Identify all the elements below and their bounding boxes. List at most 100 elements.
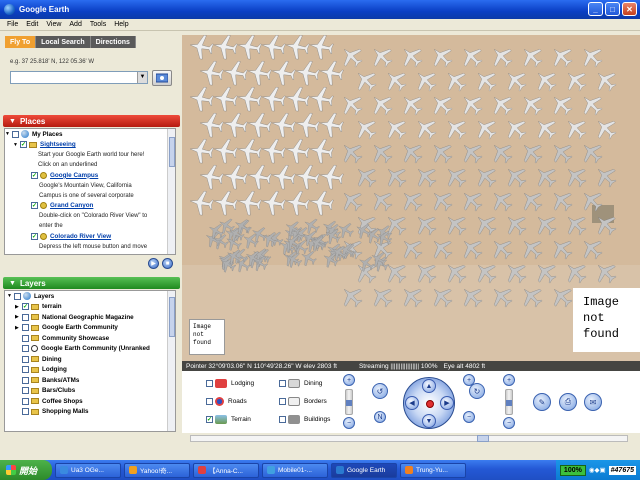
checkbox[interactable] bbox=[20, 141, 27, 149]
layer-toggle-buildings[interactable]: Buildings bbox=[279, 415, 330, 424]
expand-icon[interactable]: ▶ bbox=[15, 325, 22, 331]
stop-tour-button[interactable]: ■ bbox=[162, 258, 173, 269]
maximize-button[interactable]: □ bbox=[605, 2, 620, 16]
tree-label[interactable]: Grand Canyon bbox=[50, 202, 93, 209]
center-icon[interactable] bbox=[426, 400, 434, 408]
checkbox[interactable] bbox=[279, 380, 286, 387]
aircraft-boneyard-imagery[interactable] bbox=[182, 35, 640, 361]
layer-item[interactable]: Dining bbox=[5, 354, 175, 365]
layer-toggle-lodging[interactable]: Lodging bbox=[206, 379, 254, 388]
start-button[interactable]: 開始 bbox=[0, 460, 52, 480]
layer-item[interactable]: Lodging bbox=[5, 365, 175, 376]
checkbox[interactable] bbox=[22, 334, 29, 342]
taskbar-item[interactable]: Ua3 OGe... bbox=[55, 462, 121, 478]
checkbox[interactable] bbox=[22, 345, 29, 353]
menu-add[interactable]: Add bbox=[69, 21, 81, 28]
places-scrollbar[interactable] bbox=[167, 129, 175, 254]
layer-item[interactable]: ▶ terrain bbox=[5, 302, 175, 313]
checkbox[interactable] bbox=[22, 366, 29, 374]
layer-toggle-terrain[interactable]: Terrain bbox=[206, 415, 251, 424]
menu-help[interactable]: Help bbox=[114, 21, 128, 28]
checkbox[interactable] bbox=[31, 232, 38, 240]
checkbox[interactable] bbox=[12, 130, 19, 138]
play-tour-button[interactable]: ▶ bbox=[148, 258, 159, 269]
layer-item[interactable]: ▼ Layers bbox=[5, 291, 175, 302]
checkbox[interactable] bbox=[22, 408, 29, 416]
search-button[interactable] bbox=[152, 70, 172, 86]
layer-item[interactable]: Banks/ATMs bbox=[5, 375, 175, 386]
tab-local-search[interactable]: Local Search bbox=[36, 36, 91, 48]
taskbar-item[interactable]: Trung-Yu... bbox=[400, 462, 466, 478]
pan-control[interactable]: ▲ ▼ ◀ ▶ bbox=[403, 377, 455, 429]
places-panel-header[interactable]: ▼ Places bbox=[3, 115, 180, 127]
layer-item[interactable]: Community Showcase bbox=[5, 333, 175, 344]
pan-up-button[interactable]: ▲ bbox=[422, 379, 436, 393]
checkbox[interactable] bbox=[22, 324, 29, 332]
controls-scrollbar[interactable] bbox=[182, 433, 640, 444]
zoom-in-button[interactable]: + bbox=[343, 374, 355, 386]
checkbox[interactable] bbox=[206, 380, 213, 387]
expand-icon[interactable]: ▶ bbox=[15, 304, 22, 310]
title-bar[interactable]: Google Earth _ □ ✕ bbox=[0, 0, 640, 19]
tree-item-google-campus[interactable]: Google Campus bbox=[5, 170, 175, 181]
taskbar-item[interactable]: Mobile01-... bbox=[262, 462, 328, 478]
tilt-slider[interactable] bbox=[505, 389, 513, 415]
fly-to-input[interactable]: ▼ bbox=[10, 71, 148, 84]
menu-file[interactable]: File bbox=[7, 21, 18, 28]
rotate-left-button[interactable]: ↺ bbox=[372, 383, 388, 399]
expand-icon[interactable]: ▼ bbox=[5, 131, 12, 137]
map-view[interactable] bbox=[182, 35, 640, 361]
checkbox[interactable] bbox=[22, 303, 29, 311]
checkbox[interactable] bbox=[22, 376, 29, 384]
layer-item[interactable]: Google Earth Community (Unranked bbox=[5, 344, 175, 355]
chevron-down-icon[interactable]: ▼ bbox=[137, 72, 147, 83]
tree-label[interactable]: Sightseeing bbox=[40, 141, 76, 148]
tilt-up-button[interactable]: + bbox=[463, 374, 475, 386]
email-button[interactable]: ✉ bbox=[584, 393, 602, 411]
layer-item[interactable]: ▶ National Geographic Magazine bbox=[5, 312, 175, 323]
clock[interactable]: #47675 bbox=[608, 465, 636, 475]
tree-label[interactable]: Colorado River View bbox=[50, 233, 111, 240]
pan-right-button[interactable]: ▶ bbox=[440, 396, 454, 410]
expand-icon[interactable]: ▼ bbox=[7, 293, 14, 299]
taskbar-item[interactable]: 【Anna-C... bbox=[193, 462, 259, 478]
layer-toggle-dining[interactable]: Dining bbox=[279, 379, 322, 388]
checkbox[interactable] bbox=[22, 387, 29, 395]
tray-icons[interactable]: ◉◆▣ bbox=[589, 466, 606, 474]
zoom-out-button[interactable]: − bbox=[343, 417, 355, 429]
pan-left-button[interactable]: ◀ bbox=[405, 396, 419, 410]
print-button[interactable]: ⎙ bbox=[559, 393, 577, 411]
minimize-button[interactable]: _ bbox=[588, 2, 603, 16]
checkbox[interactable] bbox=[14, 292, 21, 300]
layer-item[interactable]: Coffee Shops bbox=[5, 396, 175, 407]
pan-down-button[interactable]: ▼ bbox=[422, 414, 436, 428]
expand-icon[interactable]: ▶ bbox=[15, 314, 22, 320]
layers-scrollbar[interactable] bbox=[167, 291, 175, 431]
close-button[interactable]: ✕ bbox=[622, 2, 637, 16]
expand-icon[interactable]: ▼ bbox=[13, 142, 20, 148]
tree-label[interactable]: Google Campus bbox=[50, 172, 98, 179]
battery-indicator[interactable]: 100% bbox=[559, 464, 586, 476]
menu-tools[interactable]: Tools bbox=[90, 21, 106, 28]
tree-item-sightseeing[interactable]: ▼ Sightseeing bbox=[5, 140, 175, 151]
checkbox[interactable] bbox=[279, 416, 286, 423]
checkbox[interactable] bbox=[206, 398, 213, 405]
tree-item-colorado-river-view[interactable]: Colorado River View bbox=[5, 231, 175, 242]
placemark-tool-button[interactable]: ✎ bbox=[533, 393, 551, 411]
layer-toggle-borders[interactable]: Borders bbox=[279, 397, 327, 406]
zoom-slider[interactable] bbox=[345, 389, 353, 415]
tilt-down-button[interactable]: − bbox=[463, 411, 475, 423]
layer-item[interactable]: Shopping Malls bbox=[5, 407, 175, 418]
checkbox[interactable] bbox=[22, 397, 29, 405]
menu-view[interactable]: View bbox=[46, 21, 61, 28]
tab-directions[interactable]: Directions bbox=[90, 36, 136, 48]
tree-item-grand-canyon[interactable]: Grand Canyon bbox=[5, 201, 175, 212]
checkbox[interactable] bbox=[31, 202, 38, 210]
layer-item[interactable]: ▶ Google Earth Community bbox=[5, 323, 175, 334]
checkbox[interactable] bbox=[279, 398, 286, 405]
tilt-out-button[interactable]: − bbox=[503, 417, 515, 429]
layer-toggle-roads[interactable]: Roads bbox=[206, 397, 247, 406]
reset-tilt-button[interactable]: N bbox=[374, 411, 386, 423]
layers-panel-header[interactable]: ▼ Layers bbox=[3, 277, 180, 289]
tree-item-my-places[interactable]: ▼ My Places bbox=[5, 129, 175, 140]
